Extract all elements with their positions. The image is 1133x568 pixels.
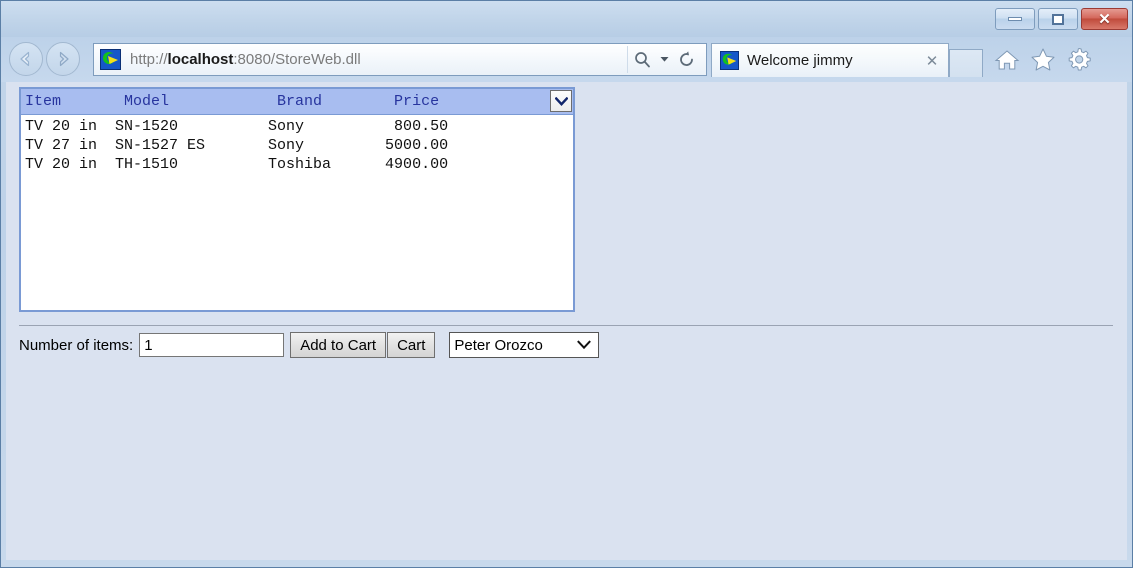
page-content: Item Model Brand Price TV 20 in SN-1520 … (6, 82, 1127, 560)
page-favicon-icon (100, 49, 121, 70)
address-bar-icons (627, 46, 706, 73)
navigation-bar: http://localhost:8080/StoreWeb.dll Welco… (1, 37, 1132, 82)
section-divider (19, 325, 1113, 326)
add-to-cart-button[interactable]: Add to Cart (290, 332, 387, 358)
product-list-header-row: Item Model Brand Price (25, 93, 440, 110)
order-form-row: Number of items: Add to Cart Cart Peter … (19, 332, 600, 358)
user-select-chevron-down-icon (577, 337, 592, 354)
product-list-body[interactable]: TV 20 in SN-1520 Sony 800.50 TV 27 in SN… (21, 115, 573, 174)
search-chevron-down-icon[interactable] (658, 46, 670, 73)
user-select-value: Peter Orozco (454, 336, 543, 354)
browser-toolbar-icons (991, 44, 1095, 75)
back-arrow-icon (20, 51, 30, 67)
star-icon[interactable] (1027, 44, 1059, 75)
quantity-label: Number of items: (19, 336, 134, 354)
address-bar[interactable]: http://localhost:8080/StoreWeb.dll (93, 43, 707, 76)
forward-button[interactable] (46, 42, 80, 76)
minimize-icon (1008, 17, 1022, 21)
address-url-text: http://localhost:8080/StoreWeb.dll (130, 51, 361, 68)
product-listbox[interactable]: Item Model Brand Price TV 20 in SN-1520 … (19, 87, 575, 312)
maximize-icon (1052, 13, 1064, 25)
close-button[interactable]: ✕ (1081, 8, 1128, 30)
tab-close-icon[interactable]: ✕ (919, 48, 945, 74)
gear-icon[interactable] (1063, 44, 1095, 75)
header-chevron-down-icon[interactable] (550, 90, 572, 112)
back-button[interactable] (9, 42, 43, 76)
new-tab-button[interactable] (949, 49, 983, 77)
refresh-icon[interactable] (672, 46, 700, 73)
title-bar: ✕ (1, 1, 1132, 37)
maximize-button[interactable] (1038, 8, 1078, 30)
quantity-input[interactable] (139, 333, 285, 357)
search-icon[interactable] (628, 46, 656, 73)
user-select[interactable]: Peter Orozco (449, 332, 600, 358)
tab-title: Welcome jimmy (747, 52, 853, 69)
minimize-button[interactable] (995, 8, 1035, 30)
close-icon: ✕ (1098, 10, 1111, 28)
forward-arrow-icon (59, 51, 69, 67)
product-list-header: Item Model Brand Price (21, 89, 573, 115)
cart-button[interactable]: Cart (387, 332, 436, 358)
browser-window: ✕ http://localhost:8080/StoreWeb.dll Wel… (0, 0, 1133, 568)
browser-tab[interactable]: Welcome jimmy ✕ (711, 43, 949, 77)
window-controls: ✕ (995, 8, 1128, 30)
tab-favicon-icon (720, 51, 739, 70)
home-icon[interactable] (991, 44, 1023, 75)
